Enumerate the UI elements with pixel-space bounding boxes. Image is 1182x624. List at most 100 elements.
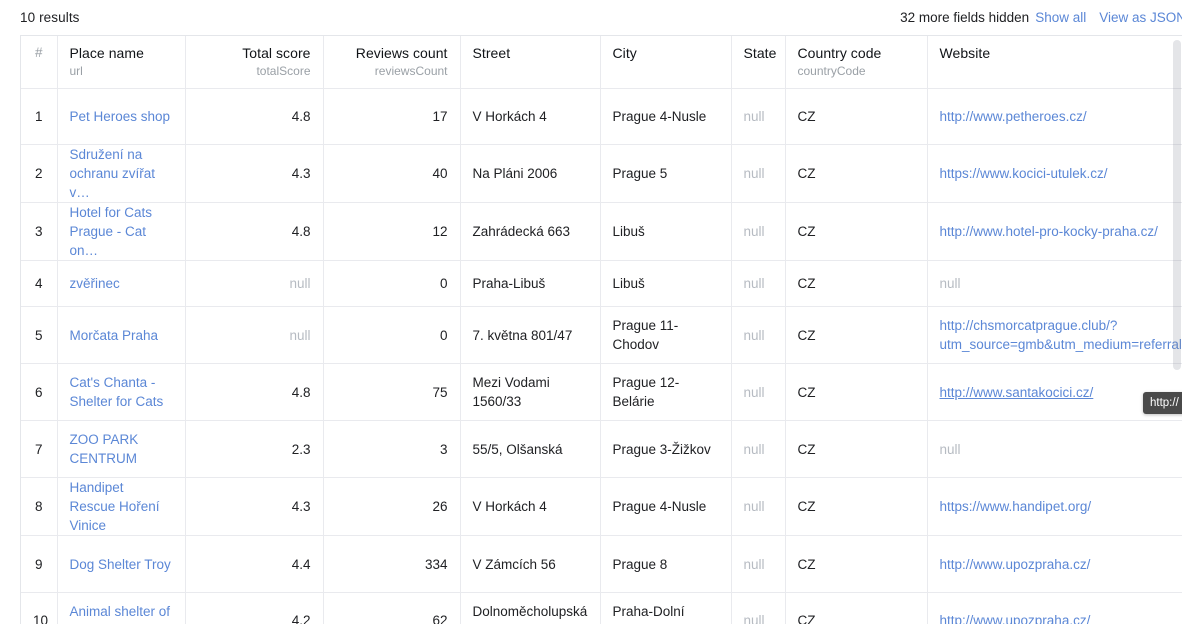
total-score-cell: 4.3: [185, 477, 324, 536]
place-name-link[interactable]: Pet Heroes shop: [70, 109, 171, 124]
reviews-count-value: 26: [432, 499, 448, 514]
results-count-label: 10 results: [20, 10, 80, 25]
column-header-website[interactable]: Website: [927, 36, 1182, 89]
table-row: 8 Handipet Rescue Hoření Vinice 4.3 26 V Hor…: [21, 477, 1182, 536]
column-header-city[interactable]: City: [600, 36, 732, 89]
place-name-link[interactable]: zvěřinec: [70, 276, 120, 291]
website-cell: http://www.upozpraha.cz/: [927, 535, 1182, 593]
place-name-link[interactable]: Sdružení na ochranu zvířat v…: [70, 147, 156, 200]
place-name-cell: Animal shelter of the municipal…: [57, 592, 186, 624]
total-score-value: null: [289, 327, 311, 343]
hidden-fields-label: 32 more fields hidden: [900, 10, 1030, 25]
country-code-cell: CZ: [785, 592, 928, 624]
country-code-cell: CZ: [785, 88, 928, 145]
state-cell: null: [731, 477, 786, 536]
reviews-count-value: 12: [432, 224, 448, 239]
table-row: 7 ZOO PARK CENTRUM 2.3 3 55/5, Olšanská Pragu…: [21, 420, 1182, 478]
reviews-count-cell: 62: [323, 592, 461, 624]
total-score-value: 4.3: [291, 499, 311, 514]
reviews-count-value: 62: [432, 613, 448, 624]
table-row: 1 Pet Heroes shop 4.8 17 V Horkách 4 Prague 4…: [21, 88, 1182, 145]
row-index-cell: 6: [21, 363, 58, 421]
website-link[interactable]: http://chsmorcatprague.club/?utm_source=…: [940, 318, 1182, 352]
country-code-cell: CZ: [785, 363, 928, 421]
reviews-count-cell: 40: [323, 144, 461, 203]
website-link[interactable]: http://www.hotel-pro-kocky-praha.cz/: [940, 224, 1158, 239]
results-table-scroll-container[interactable]: # Place name url Total score totalScore …: [20, 35, 1182, 624]
state-value: null: [743, 224, 765, 239]
table-body: 1 Pet Heroes shop 4.8 17 V Horkách 4 Prague 4…: [21, 88, 1182, 624]
column-header-country-code[interactable]: Country code countryCode: [785, 36, 928, 89]
total-score-value: 2.3: [291, 441, 311, 457]
row-index-cell: 9: [21, 535, 58, 593]
state-value: null: [743, 327, 765, 343]
place-name-link[interactable]: Dog Shelter Troy: [70, 557, 171, 572]
place-name-cell: zvěřinec: [57, 260, 186, 307]
place-name-link[interactable]: Hotel for Cats Prague - Cat on…: [70, 205, 153, 258]
show-all-link[interactable]: Show all: [1035, 10, 1086, 25]
reviews-count-cell: 17: [323, 88, 461, 145]
row-index-cell: 7: [21, 420, 58, 478]
reviews-count-value: 40: [432, 166, 448, 181]
total-score-cell: 4.3: [185, 144, 324, 203]
website-link[interactable]: http://www.upozpraha.cz/: [940, 557, 1091, 572]
row-index-cell: 5: [21, 306, 58, 364]
results-table: # Place name url Total score totalScore …: [21, 36, 1182, 624]
website-link[interactable]: https://www.handipet.org/: [940, 499, 1092, 514]
column-header-total-score-label: Total score: [242, 45, 311, 61]
website-link[interactable]: http://www.santakocici.cz/: [940, 385, 1094, 400]
column-header-total-score[interactable]: Total score totalScore: [185, 36, 324, 89]
place-name-link[interactable]: Animal shelter of the municipal…: [70, 604, 171, 624]
city-cell: Prague 4-Nusle: [600, 477, 732, 536]
results-table-page: 10 results 32 more fields hidden Show al…: [0, 0, 1182, 624]
reviews-count-cell: 26: [323, 477, 461, 536]
total-score-value: 4.8: [291, 384, 311, 400]
street-cell: 7. května 801/47: [460, 306, 601, 364]
column-header-country-code-field: countryCode: [797, 64, 866, 78]
website-link[interactable]: https://www.kocici-utulek.cz/: [940, 166, 1108, 181]
total-score-cell: 4.8: [185, 88, 324, 145]
row-index-cell: 10: [21, 592, 58, 624]
column-header-street[interactable]: Street: [460, 36, 601, 89]
column-header-index-label: #: [34, 45, 43, 60]
place-name-link[interactable]: ZOO PARK CENTRUM: [70, 432, 139, 466]
city-cell: Praha-Dolní Měcholupy: [600, 592, 732, 624]
place-name-link[interactable]: Handipet Rescue Hoření Vinice: [70, 480, 160, 533]
reviews-count-value: 0: [439, 276, 448, 291]
website-link[interactable]: http://www.petheroes.cz/: [940, 109, 1087, 124]
column-header-index[interactable]: #: [21, 36, 58, 89]
toolbar-actions: 32 more fields hidden Show all View as J…: [900, 10, 1182, 25]
city-cell: Prague 3-Žižkov: [600, 420, 732, 478]
column-header-total-score-field: totalScore: [256, 64, 311, 78]
total-score-value: 4.8: [291, 109, 311, 124]
total-score-cell: 4.2: [185, 592, 324, 624]
website-link[interactable]: http://www.upozpraha.cz/: [940, 613, 1091, 624]
place-name-link[interactable]: Cat's Chanta - Shelter for Cats: [70, 375, 164, 409]
reviews-count-cell: 0: [323, 260, 461, 307]
place-name-cell: Pet Heroes shop: [57, 88, 186, 145]
column-header-state[interactable]: State: [731, 36, 786, 89]
total-score-cell: 4.4: [185, 535, 324, 593]
total-score-cell: 2.3: [185, 420, 324, 478]
country-code-cell: CZ: [785, 202, 928, 261]
state-cell: null: [731, 535, 786, 593]
table-header: # Place name url Total score totalScore …: [21, 36, 1182, 89]
column-header-website-label: Website: [939, 45, 991, 61]
view-as-json-link[interactable]: View as JSON: [1099, 10, 1182, 25]
column-header-place-name[interactable]: Place name url: [57, 36, 186, 89]
state-cell: null: [731, 363, 786, 421]
reviews-count-cell: 3: [323, 420, 461, 478]
total-score-value: null: [289, 276, 311, 291]
place-name-link[interactable]: Morčata Praha: [70, 328, 159, 343]
total-score-cell: null: [185, 260, 324, 307]
website-cell: http://www.petheroes.cz/: [927, 88, 1182, 145]
state-cell: null: [731, 202, 786, 261]
column-header-reviews-count[interactable]: Reviews count reviewsCount: [323, 36, 461, 89]
vertical-scrollbar[interactable]: [1171, 36, 1182, 624]
city-cell: Prague 4-Nusle: [600, 88, 732, 145]
table-row: 6 Cat's Chanta - Shelter for Cats 4.8 75 Mez…: [21, 363, 1182, 421]
city-cell: Libuš: [600, 202, 732, 261]
street-cell: 55/5, Olšanská: [460, 420, 601, 478]
vertical-scrollbar-thumb[interactable]: [1173, 40, 1181, 370]
table-row: 10 Animal shelter of the municipal… 4.2 62 D…: [21, 592, 1182, 624]
